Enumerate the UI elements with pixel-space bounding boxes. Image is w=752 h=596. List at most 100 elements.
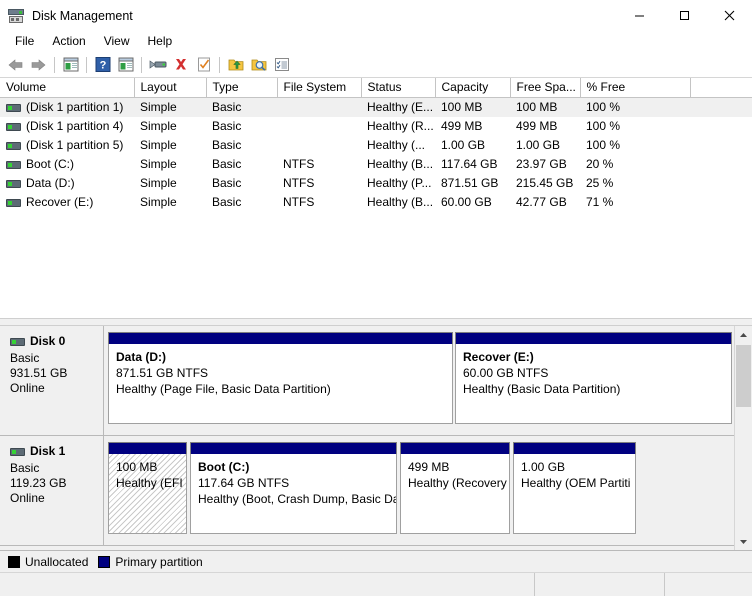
- disk-row-disk-0[interactable]: Disk 0 Basic 931.51 GB Online Data (D:) …: [0, 326, 734, 436]
- forward-arrow-icon[interactable]: [27, 54, 50, 76]
- cell-file-system: NTFS: [277, 193, 361, 212]
- scroll-down-icon[interactable]: [735, 533, 752, 550]
- disk-header-disk-0[interactable]: Disk 0 Basic 931.51 GB Online: [0, 326, 104, 435]
- table-row[interactable]: Recover (E:) Simple Basic NTFS Healthy (…: [0, 193, 752, 212]
- back-arrow-icon[interactable]: [4, 54, 27, 76]
- partition-recover-e[interactable]: Recover (E:) 60.00 GB NTFS Healthy (Basi…: [455, 332, 732, 424]
- detail-view-icon[interactable]: [270, 54, 293, 76]
- table-row[interactable]: Data (D:) Simple Basic NTFS Healthy (P..…: [0, 174, 752, 193]
- disk-header-disk-1[interactable]: Disk 1 Basic 119.23 GB Online: [0, 436, 104, 545]
- cell-percent-free: 100 %: [580, 98, 690, 117]
- partition-oem[interactable]: 1.00 GB Healthy (OEM Partiti: [513, 442, 636, 534]
- cell-percent-free: 100 %: [580, 117, 690, 136]
- toolbar: ?: [0, 52, 752, 78]
- graphical-view-scrollbar[interactable]: [734, 326, 752, 550]
- cell-volume: (Disk 1 partition 1): [0, 98, 134, 117]
- toolbar-separator: [219, 57, 220, 73]
- toolbar-separator: [86, 57, 87, 73]
- cell-status: Healthy (R...: [361, 117, 435, 136]
- table-row[interactable]: (Disk 1 partition 5) Simple Basic Health…: [0, 136, 752, 155]
- window-title: Disk Management: [32, 9, 617, 23]
- disk-row-disk-1[interactable]: Disk 1 Basic 119.23 GB Online 100 MB Hea…: [0, 436, 734, 546]
- cell-filler: [690, 117, 752, 136]
- partition-name: Recover (E:): [463, 349, 725, 365]
- column-header-file-system[interactable]: File System: [277, 78, 361, 98]
- cell-volume: Data (D:): [0, 174, 134, 193]
- disk-management-window: Disk Management File Action View Help: [0, 0, 752, 596]
- column-header-volume[interactable]: Volume: [0, 78, 134, 98]
- export-list-icon[interactable]: [224, 54, 247, 76]
- column-header-percent-free[interactable]: % Free: [580, 78, 690, 98]
- table-row[interactable]: Boot (C:) Simple Basic NTFS Healthy (B..…: [0, 155, 752, 174]
- partition-boot-c[interactable]: Boot (C:) 117.64 GB NTFS Healthy (Boot, …: [190, 442, 397, 534]
- maximize-button[interactable]: [662, 0, 707, 31]
- scrollbar-thumb[interactable]: [736, 345, 751, 407]
- column-header-capacity[interactable]: Capacity: [435, 78, 510, 98]
- column-header-free-space[interactable]: Free Spa...: [510, 78, 580, 98]
- pane-splitter[interactable]: [0, 318, 752, 326]
- cell-type: Basic: [206, 136, 277, 155]
- menu-action[interactable]: Action: [43, 32, 94, 51]
- minimize-button[interactable]: [617, 0, 662, 31]
- legend: Unallocated Primary partition: [0, 550, 752, 572]
- column-header-layout[interactable]: Layout: [134, 78, 206, 98]
- partition-name: Boot (C:): [198, 459, 390, 475]
- menu-help[interactable]: Help: [139, 32, 182, 51]
- disk-name: Disk 1: [30, 444, 65, 459]
- menu-view[interactable]: View: [95, 32, 139, 51]
- cell-file-system: NTFS: [277, 155, 361, 174]
- cell-type: Basic: [206, 117, 277, 136]
- volume-drive-icon: [6, 180, 21, 188]
- title-bar: Disk Management: [0, 0, 752, 31]
- cell-type: Basic: [206, 155, 277, 174]
- partition-size-fs: 60.00 GB NTFS: [463, 365, 725, 381]
- properties-check-icon[interactable]: [192, 54, 215, 76]
- partition-name: Data (D:): [116, 349, 446, 365]
- disk-size: 931.51 GB: [10, 366, 103, 381]
- cell-status: Healthy (P...: [361, 174, 435, 193]
- cell-percent-free: 71 %: [580, 193, 690, 212]
- window-controls: [617, 0, 752, 31]
- scroll-up-icon[interactable]: [735, 326, 752, 343]
- cell-free-space: 23.97 GB: [510, 155, 580, 174]
- partition-data-d[interactable]: Data (D:) 871.51 GB NTFS Healthy (Page F…: [108, 332, 453, 424]
- legend-item-unallocated: Unallocated: [8, 555, 88, 569]
- help-icon[interactable]: ?: [91, 54, 114, 76]
- cell-capacity: 1.00 GB: [435, 136, 510, 155]
- toolbar-separator: [54, 57, 55, 73]
- volume-table-header-row: Volume Layout Type File System Status Ca…: [0, 78, 752, 98]
- cell-type: Basic: [206, 98, 277, 117]
- partition-status: Healthy (EFI: [116, 475, 180, 491]
- disk-management-icon: [8, 8, 24, 24]
- partition-capacity-bar: [190, 442, 397, 454]
- cell-percent-free: 20 %: [580, 155, 690, 174]
- rescan-disks-icon[interactable]: [146, 54, 169, 76]
- cell-free-space: 499 MB: [510, 117, 580, 136]
- legend-label: Unallocated: [25, 555, 88, 569]
- cell-percent-free: 100 %: [580, 136, 690, 155]
- partition-status: Healthy (OEM Partiti: [521, 475, 629, 491]
- table-row[interactable]: (Disk 1 partition 1) Simple Basic Health…: [0, 98, 752, 117]
- close-button[interactable]: [707, 0, 752, 31]
- cell-free-space: 1.00 GB: [510, 136, 580, 155]
- column-header-type[interactable]: Type: [206, 78, 277, 98]
- legend-item-primary-partition: Primary partition: [98, 555, 202, 569]
- partition-recovery[interactable]: 499 MB Healthy (Recovery: [400, 442, 510, 534]
- show-hide-console-tree-icon[interactable]: [59, 54, 82, 76]
- volume-list-pane[interactable]: Volume Layout Type File System Status Ca…: [0, 78, 752, 318]
- cell-capacity: 60.00 GB: [435, 193, 510, 212]
- delete-icon[interactable]: [169, 54, 192, 76]
- partition-efi[interactable]: 100 MB Healthy (EFI: [108, 442, 187, 534]
- volume-table: Volume Layout Type File System Status Ca…: [0, 78, 752, 212]
- column-header-status[interactable]: Status: [361, 78, 435, 98]
- cell-filler: [690, 98, 752, 117]
- table-row[interactable]: (Disk 1 partition 4) Simple Basic Health…: [0, 117, 752, 136]
- cell-file-system: [277, 117, 361, 136]
- show-hide-action-pane-icon[interactable]: [114, 54, 137, 76]
- search-folder-icon[interactable]: [247, 54, 270, 76]
- menu-file[interactable]: File: [6, 32, 43, 51]
- cell-layout: Simple: [134, 155, 206, 174]
- unallocated-swatch: [8, 556, 20, 568]
- partition-size-fs: 871.51 GB NTFS: [116, 365, 446, 381]
- cell-file-system: [277, 136, 361, 155]
